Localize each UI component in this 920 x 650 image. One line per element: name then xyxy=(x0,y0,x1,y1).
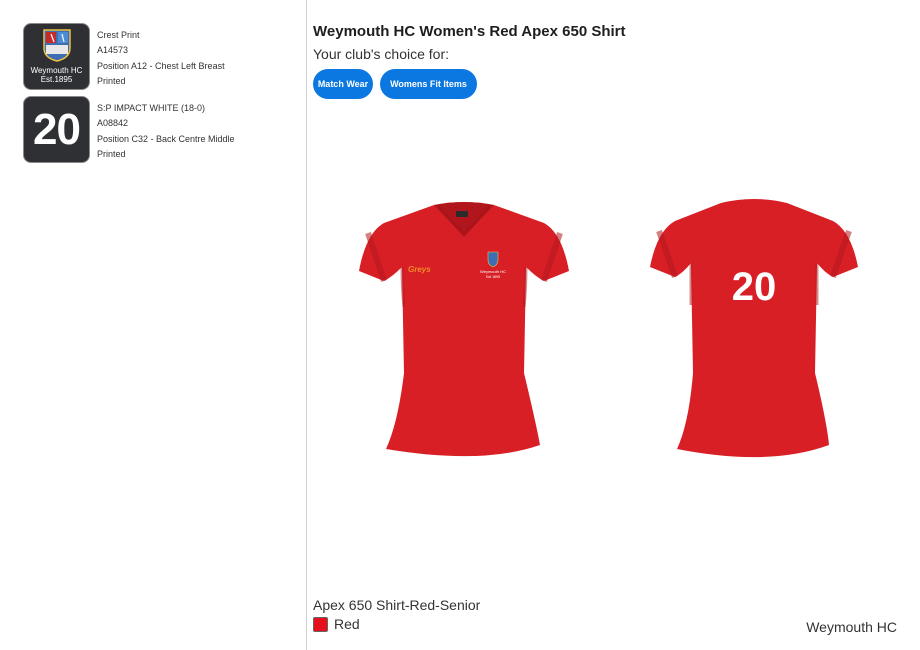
shirt-crest-label-line2: Est 1895 xyxy=(486,275,500,279)
club-name: Weymouth HC xyxy=(806,619,897,635)
category-tags: Match Wear Womens Fit Items xyxy=(313,69,477,99)
decoration-position: Position A12 - Chest Left Breast xyxy=(97,60,225,71)
number-thumbnail: 20 xyxy=(23,96,90,163)
shirt-front-body xyxy=(359,202,569,457)
shirt-back-image: 20 xyxy=(650,199,858,458)
crest-thumbnail: Weymouth HC Est.1895 xyxy=(23,23,90,90)
crest-caption-line2: Est.1895 xyxy=(40,75,73,84)
colour-swatch[interactable] xyxy=(313,616,328,632)
product-detail: Weymouth HC Women's Red Apex 650 Shirt Y… xyxy=(313,0,920,650)
decoration-item-number[interactable]: 20 S:P IMPACT WHITE (18-0) A08842 Positi… xyxy=(23,96,279,163)
variant-name: Apex 650 Shirt-Red-Senior xyxy=(313,597,481,613)
decoration-details: S:P IMPACT WHITE (18-0) A08842 Position … xyxy=(97,101,235,163)
decoration-item-crest[interactable]: Weymouth HC Est.1895 Crest Print A14573 … xyxy=(23,23,279,90)
product-title: Weymouth HC Women's Red Apex 650 Shirt xyxy=(313,23,626,40)
shirt-back-number: 20 xyxy=(732,265,777,309)
shirt-crest-icon xyxy=(487,251,499,268)
shirt-crest-label-line1: Weymouth HC xyxy=(480,269,506,274)
decoration-method: Printed xyxy=(97,148,126,159)
crest-icon xyxy=(43,29,71,62)
crest-caption: Weymouth HC Est.1895 xyxy=(24,66,89,84)
decorations-panel: Weymouth HC Est.1895 Crest Print A14573 … xyxy=(0,0,307,650)
decoration-code: A14573 xyxy=(97,45,129,56)
brand-logo: Greys xyxy=(408,265,431,274)
shirt-back-body xyxy=(650,199,858,458)
shirt-front-image: Greys Weymouth HC Est 1895 xyxy=(359,202,569,457)
tag-womens-fit-items[interactable]: Womens Fit Items xyxy=(380,69,477,99)
decoration-name: Crest Print xyxy=(97,30,140,40)
tag-match-wear[interactable]: Match Wear xyxy=(313,69,373,99)
decoration-method: Printed xyxy=(97,75,126,86)
decoration-details: Crest Print A14573 Position A12 - Chest … xyxy=(97,28,225,90)
decoration-position: Position C32 - Back Centre Middle xyxy=(97,133,235,144)
decoration-code: A08842 xyxy=(97,118,129,129)
colour-name: Red xyxy=(334,616,360,632)
colour-option[interactable]: Red xyxy=(313,616,360,632)
number-thumbnail-text: 20 xyxy=(33,104,81,154)
product-subtitle: Your club's choice for: xyxy=(313,46,450,62)
crest-caption-line1: Weymouth HC xyxy=(30,66,83,75)
decoration-name: S:P IMPACT WHITE (18-0) xyxy=(97,103,206,113)
